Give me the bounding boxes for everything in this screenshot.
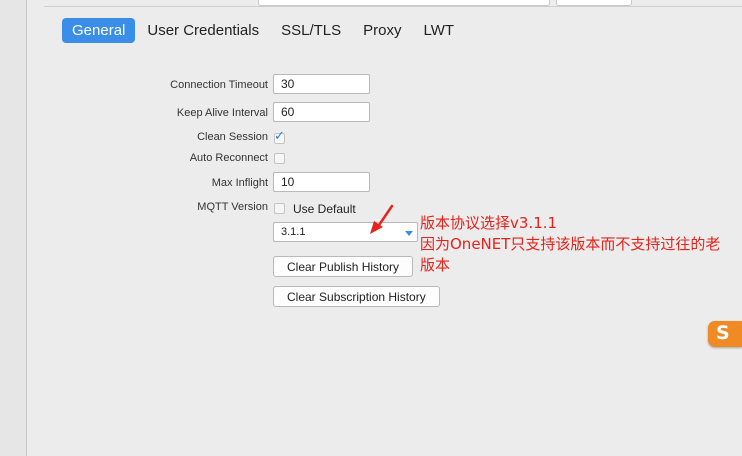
checkmark-icon: ✓	[274, 128, 285, 143]
annotation-line-2: 因为OneNET只支持该版本而不支持过往的老	[420, 235, 721, 253]
annotation-line-1: 版本协议选择v3.1.1	[420, 214, 558, 232]
mqtt-version-label: MQTT Version	[197, 201, 268, 213]
clean-session-label: Clean Session	[197, 131, 268, 143]
max-inflight-label: Max Inflight	[211, 177, 268, 189]
annotation-note: 版本协议选择v3.1.1 因为OneNET只支持该版本而不支持过往的老 版本	[420, 213, 740, 276]
top-separator	[44, 6, 742, 7]
connection-timeout-input[interactable]	[273, 74, 370, 94]
keep-alive-interval-label: Keep Alive Interval	[176, 107, 268, 119]
use-default-label: Use Default	[293, 202, 356, 216]
max-inflight-input[interactable]	[273, 172, 370, 192]
connection-timeout-label: Connection Timeout	[170, 79, 268, 91]
tab-ssl-tls[interactable]: SSL/TLS	[271, 18, 351, 43]
auto-reconnect-checkbox[interactable]	[274, 153, 285, 164]
clear-subscription-history-button[interactable]: Clear Subscription History	[273, 286, 440, 307]
left-panel-edge	[0, 0, 27, 456]
settings-tabs: General User Credentials SSL/TLS Proxy L…	[62, 18, 466, 43]
clear-publish-history-button[interactable]: Clear Publish History	[273, 256, 414, 277]
tab-lwt[interactable]: LWT	[413, 18, 464, 43]
clean-session-checkbox[interactable]: ✓	[274, 129, 285, 144]
caret-down-icon	[405, 231, 413, 236]
sogou-s-icon[interactable]: S	[708, 321, 742, 347]
auto-reconnect-label: Auto Reconnect	[189, 152, 268, 164]
mqtt-version-selected: 3.1.1	[281, 226, 306, 238]
tab-general[interactable]: General	[62, 18, 136, 43]
keep-alive-interval-input[interactable]	[273, 102, 370, 122]
annotation-line-3: 版本	[420, 256, 451, 274]
annotation-arrow-icon	[370, 204, 394, 234]
tab-user-credentials[interactable]: User Credentials	[137, 18, 269, 43]
use-default-checkbox[interactable]	[274, 203, 285, 214]
tab-proxy[interactable]: Proxy	[353, 18, 411, 43]
